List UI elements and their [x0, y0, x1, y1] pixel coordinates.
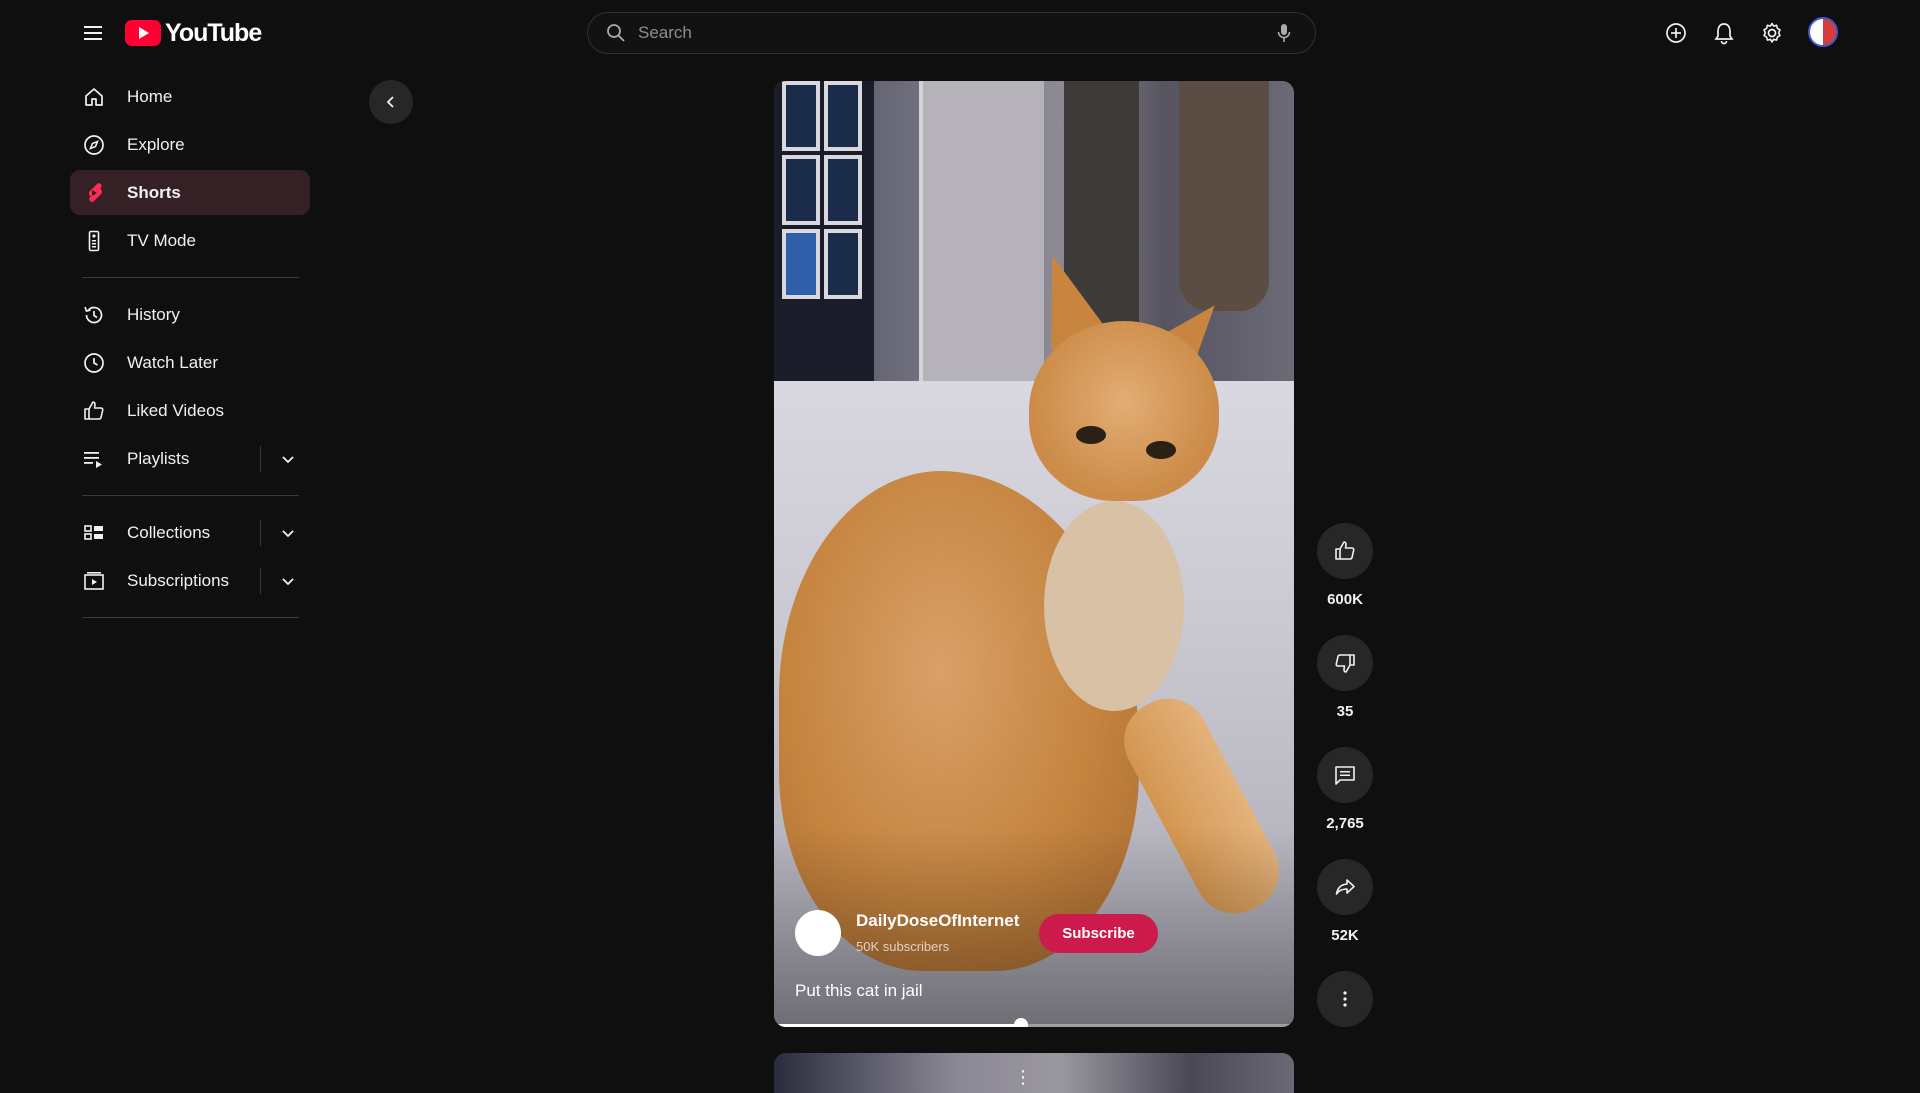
thumb-up-icon [1333, 539, 1357, 563]
search-icon [606, 23, 626, 43]
progress-bar[interactable] [774, 1018, 1294, 1027]
video-frame [774, 81, 874, 391]
more-action [1317, 971, 1373, 1027]
sidebar-item-label: Playlists [127, 448, 190, 468]
thumb-up-icon [82, 399, 106, 423]
subscriber-count: 50K subscribers [856, 939, 950, 954]
remote-icon [82, 229, 106, 253]
cat-image [1029, 321, 1219, 501]
sidebar-item-shorts[interactable]: Shorts [70, 170, 310, 215]
share-count: 52K [1331, 927, 1359, 944]
shorts-icon [82, 181, 106, 205]
channel-avatar[interactable] [795, 910, 841, 956]
next-short-preview[interactable]: ⋮ [774, 1053, 1294, 1093]
short-video-player[interactable]: DailyDoseOfInternet 50K subscribers Subs… [774, 81, 1294, 1027]
top-bar: YouTube [0, 0, 1920, 66]
sidebar-item-collections[interactable]: Collections [70, 510, 310, 555]
chevron-down-icon[interactable] [276, 521, 300, 550]
progress-fill [774, 1024, 1021, 1027]
youtube-play-icon [125, 20, 161, 46]
sidebar-item-subscriptions[interactable]: Subscriptions [70, 558, 310, 603]
sidebar-item-explore[interactable]: Explore [70, 122, 310, 167]
like-count: 600K [1327, 591, 1363, 608]
menu-icon[interactable] [78, 17, 110, 49]
share-action: 52K [1317, 859, 1373, 944]
gear-icon[interactable] [1756, 17, 1788, 49]
sidebar-item-label: Shorts [127, 182, 181, 202]
clock-icon [82, 351, 106, 375]
share-icon [1333, 875, 1357, 899]
more-vertical-icon [1333, 987, 1357, 1011]
dislike-action: 35 [1317, 635, 1373, 720]
sidebar-item-label: Collections [127, 522, 211, 542]
sidebar-item-playlists[interactable]: Playlists [70, 436, 310, 481]
compass-icon [82, 133, 106, 157]
history-icon [82, 303, 106, 327]
cat-image [1146, 441, 1176, 459]
chevron-down-icon[interactable] [276, 447, 300, 476]
dislike-count: 35 [1336, 703, 1354, 720]
sidebar-item-liked-videos[interactable]: Liked Videos [70, 388, 310, 433]
sidebar-item-label: History [127, 304, 180, 324]
video-frame [1179, 81, 1269, 311]
sidebar-item-label: TV Mode [127, 230, 196, 250]
collapse-sidebar-button[interactable] [369, 80, 413, 124]
video-caption: Put this cat in jail [795, 981, 923, 1000]
sidebar-item-tv-mode[interactable]: TV Mode [70, 218, 310, 263]
subscribe-button[interactable]: Subscribe [1039, 914, 1158, 953]
sidebar-separator [260, 568, 261, 594]
user-avatar[interactable] [1808, 17, 1838, 47]
search-box[interactable] [587, 12, 1316, 54]
sidebar-item-label: Subscriptions [127, 570, 230, 590]
sidebar-item-watch-later[interactable]: Watch Later [70, 340, 310, 385]
youtube-logo[interactable]: YouTube [125, 18, 262, 48]
comments-button[interactable] [1317, 747, 1373, 803]
sidebar-separator [260, 520, 261, 546]
chevron-left-icon [383, 94, 399, 110]
bell-icon[interactable] [1708, 17, 1740, 49]
more-options-icon[interactable]: ⋮ [1014, 1067, 1032, 1088]
progress-scrubber[interactable] [1014, 1018, 1028, 1027]
comment-action: 2,765 [1317, 747, 1373, 832]
like-action: 600K [1317, 523, 1373, 608]
create-icon[interactable] [1660, 17, 1692, 49]
home-icon [82, 85, 106, 109]
sidebar-item-label: Explore [127, 134, 185, 154]
video-frame [919, 81, 1044, 401]
sidebar-item-label: Home [127, 86, 173, 106]
like-button[interactable] [1317, 523, 1373, 579]
more-button[interactable] [1317, 971, 1373, 1027]
sidebar-item-label: Watch Later [127, 352, 219, 372]
logo-text: YouTube [165, 18, 262, 47]
channel-name[interactable]: DailyDoseOfInternet [856, 911, 1019, 931]
search-input[interactable] [638, 23, 1277, 43]
thumb-down-icon [1333, 651, 1357, 675]
comment-count: 2,765 [1326, 815, 1364, 832]
cat-image [1076, 426, 1106, 444]
sidebar-item-history[interactable]: History [70, 292, 310, 337]
cat-image [1044, 501, 1184, 711]
sidebar-separator [260, 446, 261, 472]
dislike-button[interactable] [1317, 635, 1373, 691]
microphone-icon[interactable] [1277, 23, 1291, 43]
sidebar-item-home[interactable]: Home [70, 74, 310, 119]
chevron-down-icon[interactable] [276, 569, 300, 598]
comment-icon [1333, 763, 1357, 787]
sidebar-divider [82, 495, 299, 496]
share-button[interactable] [1317, 859, 1373, 915]
sidebar: Home Explore Shorts TV Mode History Watc… [70, 74, 310, 632]
sidebar-item-label: Liked Videos [127, 400, 225, 420]
sidebar-divider [82, 277, 299, 278]
collections-icon [82, 521, 106, 545]
sidebar-divider [82, 617, 299, 618]
playlist-icon [82, 447, 106, 471]
subscriptions-icon [82, 569, 106, 593]
